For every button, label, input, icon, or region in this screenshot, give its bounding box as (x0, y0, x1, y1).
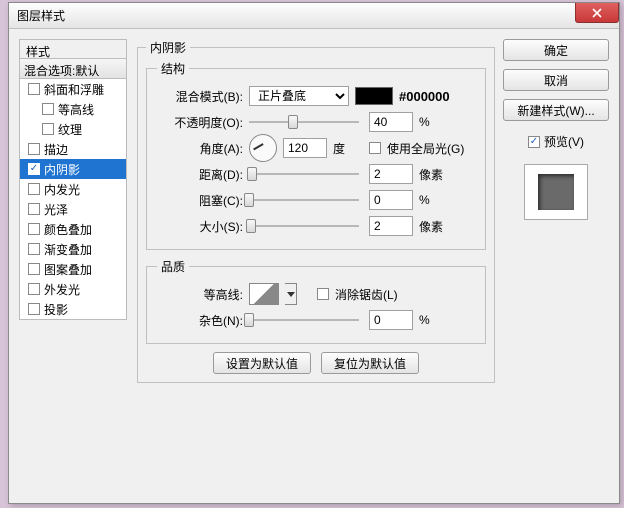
color-swatch[interactable] (355, 87, 393, 105)
distance-input[interactable] (369, 164, 413, 184)
style-item-label: 纹理 (58, 121, 82, 138)
right-column: 确定 取消 新建样式(W)... 预览(V) (503, 39, 609, 220)
style-item-label: 斜面和浮雕 (44, 81, 104, 98)
chevron-down-icon (287, 292, 295, 297)
blend-options-header[interactable]: 混合选项:默认 (19, 59, 127, 79)
contour-swatch[interactable] (249, 283, 279, 305)
quality-legend: 品质 (157, 258, 189, 275)
style-item-label: 外发光 (44, 281, 80, 298)
choke-label: 阻塞(C): (157, 192, 243, 209)
style-item-label: 光泽 (44, 201, 68, 218)
choke-input[interactable] (369, 190, 413, 210)
global-light-label: 使用全局光(G) (387, 140, 464, 157)
make-default-button[interactable]: 设置为默认值 (213, 352, 311, 374)
style-item-label: 颜色叠加 (44, 221, 92, 238)
style-item-checkbox[interactable] (28, 263, 40, 275)
effect-panel: 内阴影 结构 混合模式(B): 正片叠底 #000000 不透明度(O): (137, 39, 495, 391)
opacity-slider[interactable] (249, 114, 359, 130)
size-slider[interactable] (249, 218, 359, 234)
blend-mode-label: 混合模式(B): (157, 88, 243, 105)
preview-label: 预览(V) (544, 133, 584, 150)
quality-group: 品质 等高线: 消除锯齿(L) 杂色(N): (146, 258, 486, 344)
global-light-checkbox[interactable] (369, 142, 381, 154)
effect-fieldset: 内阴影 结构 混合模式(B): 正片叠底 #000000 不透明度(O): (137, 39, 495, 383)
effect-title: 内阴影 (146, 39, 190, 56)
antialias-checkbox[interactable] (317, 288, 329, 300)
noise-input[interactable] (369, 310, 413, 330)
angle-unit: 度 (333, 140, 363, 157)
structure-legend: 结构 (157, 60, 189, 77)
style-item-5[interactable]: 内发光 (20, 179, 126, 199)
close-button[interactable] (575, 3, 619, 23)
style-item-label: 内阴影 (44, 161, 80, 178)
blend-mode-select[interactable]: 正片叠底 (249, 86, 349, 106)
choke-slider[interactable] (249, 192, 359, 208)
style-item-1[interactable]: 等高线 (20, 99, 126, 119)
style-item-checkbox[interactable] (28, 83, 40, 95)
style-item-4[interactable]: 内阴影 (20, 159, 126, 179)
style-item-checkbox[interactable] (28, 163, 40, 175)
titlebar: 图层样式 (9, 3, 619, 29)
angle-dial[interactable] (249, 134, 277, 162)
preview-thumbnail (538, 174, 574, 210)
style-item-8[interactable]: 渐变叠加 (20, 239, 126, 259)
distance-unit: 像素 (419, 166, 449, 183)
style-item-checkbox[interactable] (42, 123, 54, 135)
opacity-label: 不透明度(O): (157, 114, 243, 131)
style-item-6[interactable]: 光泽 (20, 199, 126, 219)
style-item-0[interactable]: 斜面和浮雕 (20, 79, 126, 99)
style-item-checkbox[interactable] (42, 103, 54, 115)
size-label: 大小(S): (157, 218, 243, 235)
style-item-9[interactable]: 图案叠加 (20, 259, 126, 279)
choke-unit: % (419, 193, 449, 207)
style-item-3[interactable]: 描边 (20, 139, 126, 159)
opacity-input[interactable] (369, 112, 413, 132)
noise-unit: % (419, 313, 449, 327)
style-item-label: 等高线 (58, 101, 94, 118)
antialias-label: 消除锯齿(L) (335, 286, 398, 303)
size-input[interactable] (369, 216, 413, 236)
window-title: 图层样式 (17, 7, 65, 24)
preview-checkbox[interactable] (528, 136, 540, 148)
close-icon (592, 8, 602, 18)
style-item-10[interactable]: 外发光 (20, 279, 126, 299)
contour-dropdown[interactable] (285, 283, 297, 305)
structure-group: 结构 混合模式(B): 正片叠底 #000000 不透明度(O): % (146, 60, 486, 250)
distance-label: 距离(D): (157, 166, 243, 183)
style-item-checkbox[interactable] (28, 143, 40, 155)
style-item-checkbox[interactable] (28, 243, 40, 255)
preview-box (524, 164, 588, 220)
ok-button[interactable]: 确定 (503, 39, 609, 61)
style-item-11[interactable]: 投影 (20, 299, 126, 319)
style-list-header: 样式 (19, 39, 127, 59)
reset-default-button[interactable]: 复位为默认值 (321, 352, 419, 374)
noise-slider[interactable] (249, 312, 359, 328)
style-item-checkbox[interactable] (28, 203, 40, 215)
style-item-label: 图案叠加 (44, 261, 92, 278)
angle-label: 角度(A): (157, 140, 243, 157)
style-item-label: 渐变叠加 (44, 241, 92, 258)
style-item-checkbox[interactable] (28, 283, 40, 295)
angle-input[interactable] (283, 138, 327, 158)
distance-slider[interactable] (249, 166, 359, 182)
new-style-button[interactable]: 新建样式(W)... (503, 99, 609, 121)
style-item-checkbox[interactable] (28, 183, 40, 195)
layer-style-dialog: 图层样式 样式 混合选项:默认 斜面和浮雕等高线纹理描边内阴影内发光光泽颜色叠加… (8, 2, 620, 504)
style-item-label: 内发光 (44, 181, 80, 198)
style-item-checkbox[interactable] (28, 223, 40, 235)
style-item-2[interactable]: 纹理 (20, 119, 126, 139)
cancel-button[interactable]: 取消 (503, 69, 609, 91)
style-item-label: 描边 (44, 141, 68, 158)
style-item-7[interactable]: 颜色叠加 (20, 219, 126, 239)
contour-label: 等高线: (157, 286, 243, 303)
noise-label: 杂色(N): (157, 312, 243, 329)
opacity-unit: % (419, 115, 449, 129)
color-hex: #000000 (399, 89, 450, 104)
style-item-checkbox[interactable] (28, 303, 40, 315)
style-item-label: 投影 (44, 301, 68, 318)
style-list: 样式 混合选项:默认 斜面和浮雕等高线纹理描边内阴影内发光光泽颜色叠加渐变叠加图… (19, 39, 127, 320)
size-unit: 像素 (419, 218, 449, 235)
